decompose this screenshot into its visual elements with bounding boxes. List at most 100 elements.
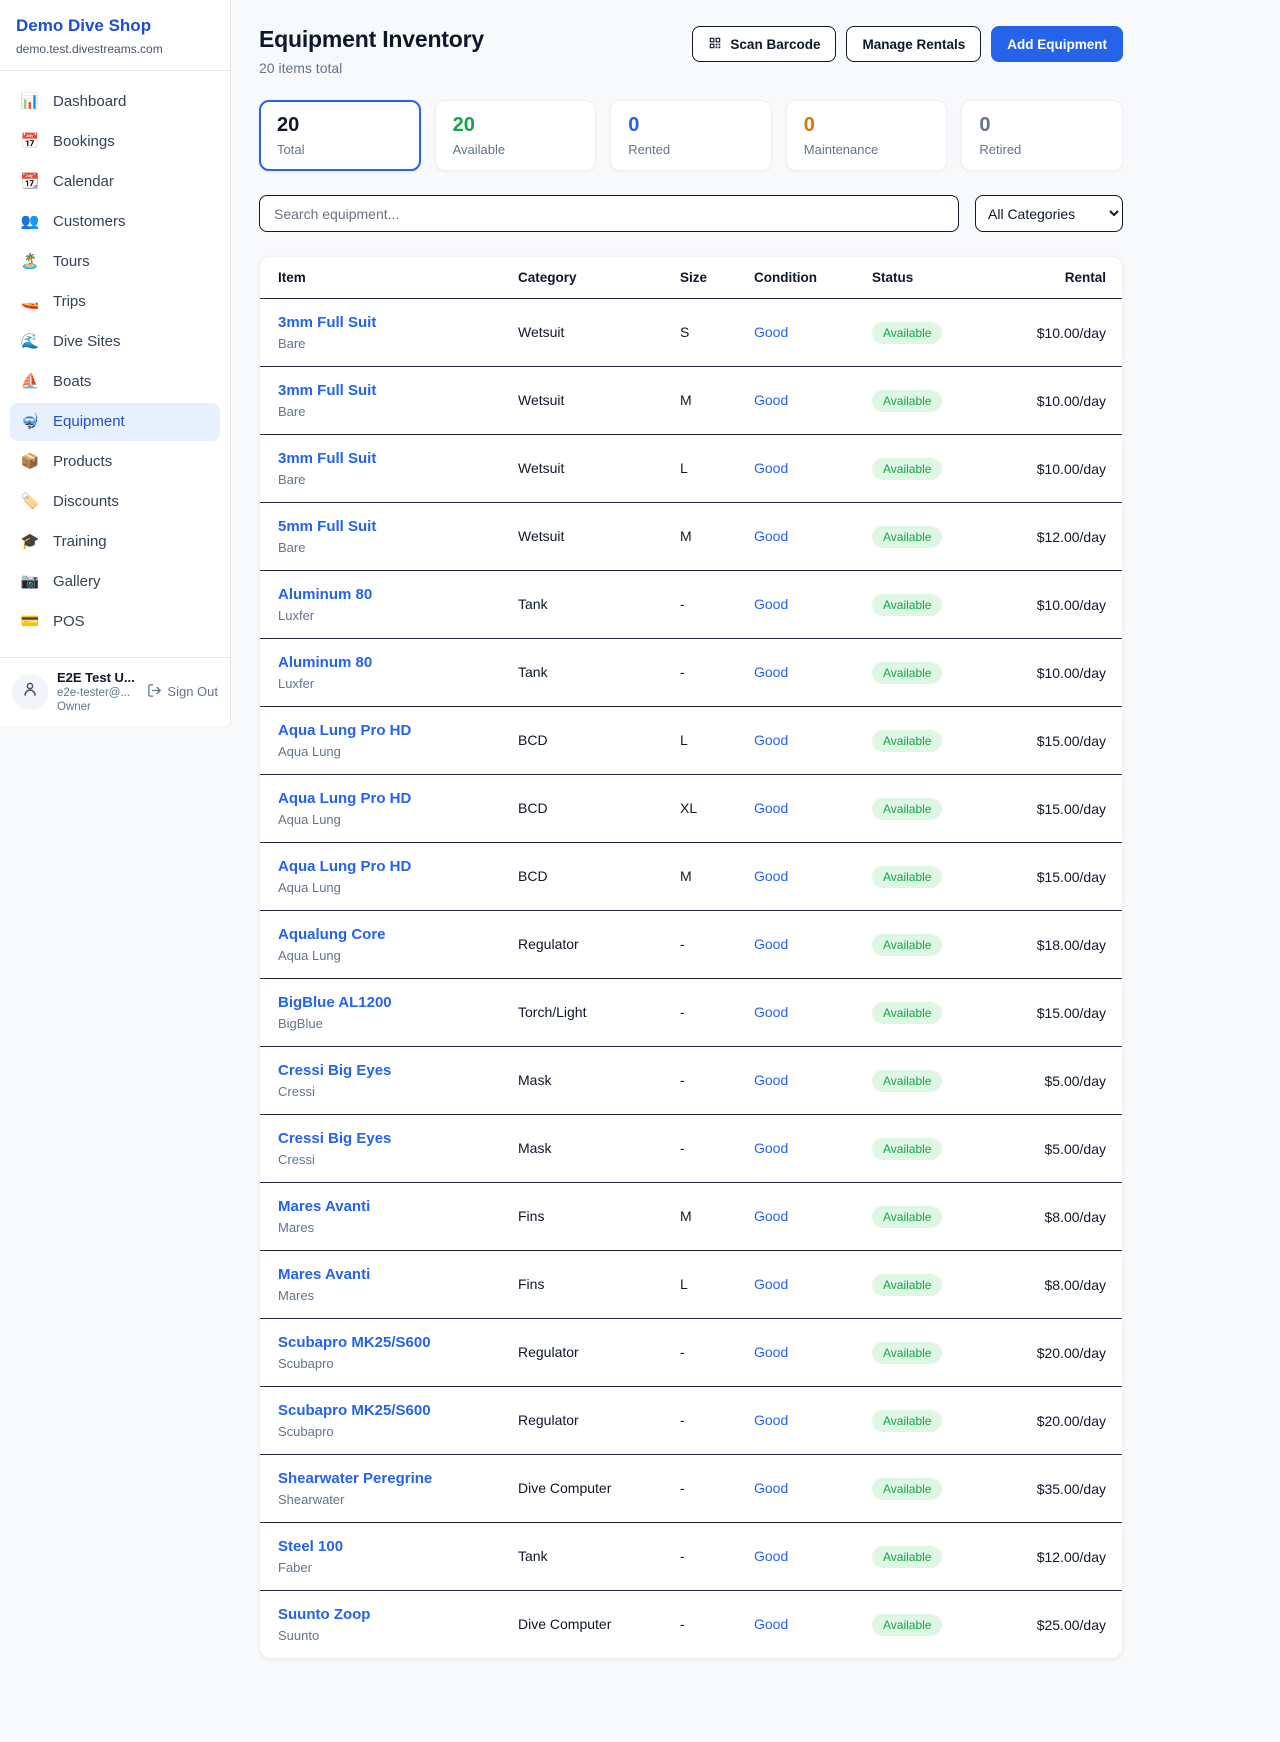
stat-value: 0 [979, 114, 1105, 137]
stat-card-rented[interactable]: 0 Rented [610, 100, 772, 171]
item-name-link[interactable]: Aqua Lung Pro HD [278, 790, 411, 807]
item-name-link[interactable]: Suunto Zoop [278, 1606, 370, 1623]
sidebar-item-gallery[interactable]: 📷 Gallery [10, 563, 220, 601]
sidebar-item-label: Gallery [53, 572, 101, 592]
sidebar-item-label: Bookings [53, 132, 115, 152]
item-condition-link[interactable]: Good [754, 1412, 788, 1428]
item-condition-link[interactable]: Good [754, 1616, 788, 1632]
item-name-link[interactable]: Steel 100 [278, 1538, 343, 1555]
item-condition-link[interactable]: Good [754, 1072, 788, 1088]
item-name-link[interactable]: 3mm Full Suit [278, 450, 376, 467]
item-condition-link[interactable]: Good [754, 528, 788, 544]
item-name-link[interactable]: Aqua Lung Pro HD [278, 722, 411, 739]
item-name-link[interactable]: 3mm Full Suit [278, 382, 376, 399]
item-name-link[interactable]: Aqualung Core [278, 926, 386, 943]
search-input[interactable] [259, 195, 959, 232]
item-name-link[interactable]: Mares Avanti [278, 1198, 370, 1215]
item-condition-link[interactable]: Good [754, 460, 788, 476]
table-row[interactable]: Aqua Lung Pro HD Aqua Lung BCD L Good Av… [260, 707, 1123, 775]
sidebar-item-tours[interactable]: 🏝️ Tours [10, 243, 220, 281]
item-name-link[interactable]: 5mm Full Suit [278, 518, 376, 535]
table-row[interactable]: Cressi Big Eyes Cressi Mask - Good Avail… [260, 1115, 1123, 1183]
table-row[interactable]: Cressi Big Eyes Cressi Mask - Good Avail… [260, 1047, 1123, 1115]
sidebar-item-dashboard[interactable]: 📊 Dashboard [10, 83, 220, 121]
category-filter-select[interactable]: All Categories [975, 195, 1123, 232]
item-condition-link[interactable]: Good [754, 1480, 788, 1496]
table-row[interactable]: Aluminum 80 Luxfer Tank - Good Available… [260, 639, 1123, 707]
item-name-link[interactable]: 3mm Full Suit [278, 314, 376, 331]
table-row[interactable]: Suunto Zoop Suunto Dive Computer - Good … [260, 1591, 1123, 1659]
table-row[interactable]: Shearwater Peregrine Shearwater Dive Com… [260, 1455, 1123, 1523]
item-condition-link[interactable]: Good [754, 800, 788, 816]
item-name-link[interactable]: Scubapro MK25/S600 [278, 1334, 431, 1351]
manage-rentals-button[interactable]: Manage Rentals [846, 26, 981, 62]
item-name-link[interactable]: Cressi Big Eyes [278, 1062, 391, 1079]
item-name-link[interactable]: BigBlue AL1200 [278, 994, 392, 1011]
scan-barcode-button[interactable]: Scan Barcode [692, 26, 836, 62]
sign-out-button[interactable]: Sign Out [147, 683, 218, 701]
table-row[interactable]: Mares Avanti Mares Fins M Good Available… [260, 1183, 1123, 1251]
table-row[interactable]: Scubapro MK25/S600 Scubapro Regulator - … [260, 1387, 1123, 1455]
table-row[interactable]: Mares Avanti Mares Fins L Good Available… [260, 1251, 1123, 1319]
stat-card-retired[interactable]: 0 Retired [961, 100, 1123, 171]
item-condition-link[interactable]: Good [754, 1276, 788, 1292]
column-header-condition: Condition [746, 257, 864, 299]
manage-rentals-label: Manage Rentals [862, 37, 965, 52]
table-row[interactable]: 3mm Full Suit Bare Wetsuit M Good Availa… [260, 367, 1123, 435]
table-row[interactable]: Aqua Lung Pro HD Aqua Lung BCD XL Good A… [260, 775, 1123, 843]
sidebar-item-pos[interactable]: 💳 POS [10, 603, 220, 641]
add-equipment-button[interactable]: Add Equipment [991, 26, 1123, 62]
item-name-link[interactable]: Aqua Lung Pro HD [278, 858, 411, 875]
stat-card-maintenance[interactable]: 0 Maintenance [786, 100, 948, 171]
item-condition-link[interactable]: Good [754, 324, 788, 340]
table-row[interactable]: Aluminum 80 Luxfer Tank - Good Available… [260, 571, 1123, 639]
item-name-link[interactable]: Aluminum 80 [278, 586, 372, 603]
sidebar-item-trips[interactable]: 🚤 Trips [10, 283, 220, 321]
item-condition-link[interactable]: Good [754, 1548, 788, 1564]
item-condition-link[interactable]: Good [754, 664, 788, 680]
item-brand: Aqua Lung [278, 812, 502, 827]
stat-card-available[interactable]: 20 Available [435, 100, 597, 171]
avatar [12, 674, 48, 710]
sign-out-label: Sign Out [167, 684, 218, 699]
sidebar-item-discounts[interactable]: 🏷️ Discounts [10, 483, 220, 521]
item-condition-link[interactable]: Good [754, 392, 788, 408]
sidebar-item-customers[interactable]: 👥 Customers [10, 203, 220, 241]
filter-row: All Categories [259, 195, 1123, 232]
column-header-status: Status [864, 257, 984, 299]
item-category: Dive Computer [518, 1480, 611, 1496]
sidebar-item-bookings[interactable]: 📅 Bookings [10, 123, 220, 161]
item-condition-link[interactable]: Good [754, 868, 788, 884]
table-row[interactable]: 5mm Full Suit Bare Wetsuit M Good Availa… [260, 503, 1123, 571]
item-name-link[interactable]: Aluminum 80 [278, 654, 372, 671]
sidebar-item-dive-sites[interactable]: 🌊 Dive Sites [10, 323, 220, 361]
dashboard-icon: 📊 [20, 92, 40, 112]
table-row[interactable]: Aqualung Core Aqua Lung Regulator - Good… [260, 911, 1123, 979]
item-name-link[interactable]: Cressi Big Eyes [278, 1130, 391, 1147]
item-name-link[interactable]: Mares Avanti [278, 1266, 370, 1283]
sidebar-item-boats[interactable]: ⛵ Boats [10, 363, 220, 401]
item-condition-link[interactable]: Good [754, 1344, 788, 1360]
table-row[interactable]: Scubapro MK25/S600 Scubapro Regulator - … [260, 1319, 1123, 1387]
table-row[interactable]: 3mm Full Suit Bare Wetsuit S Good Availa… [260, 299, 1123, 367]
table-row[interactable]: 3mm Full Suit Bare Wetsuit L Good Availa… [260, 435, 1123, 503]
item-condition-link[interactable]: Good [754, 732, 788, 748]
item-name-link[interactable]: Shearwater Peregrine [278, 1470, 432, 1487]
item-brand: Cressi [278, 1152, 502, 1167]
item-condition-link[interactable]: Good [754, 1140, 788, 1156]
item-condition-link[interactable]: Good [754, 596, 788, 612]
table-row[interactable]: BigBlue AL1200 BigBlue Torch/Light - Goo… [260, 979, 1123, 1047]
item-name-link[interactable]: Scubapro MK25/S600 [278, 1402, 431, 1419]
table-row[interactable]: Aqua Lung Pro HD Aqua Lung BCD M Good Av… [260, 843, 1123, 911]
stat-card-total[interactable]: 20 Total [259, 100, 421, 171]
item-condition-link[interactable]: Good [754, 1004, 788, 1020]
item-condition-link[interactable]: Good [754, 936, 788, 952]
status-badge: Available [872, 866, 942, 888]
sidebar-item-calendar[interactable]: 📆 Calendar [10, 163, 220, 201]
item-condition-link[interactable]: Good [754, 1208, 788, 1224]
equipment-table-body: 3mm Full Suit Bare Wetsuit S Good Availa… [260, 299, 1123, 1659]
table-row[interactable]: Steel 100 Faber Tank - Good Available $1… [260, 1523, 1123, 1591]
sidebar-item-products[interactable]: 📦 Products [10, 443, 220, 481]
sidebar-item-equipment[interactable]: 🤿 Equipment [10, 403, 220, 441]
sidebar-item-training[interactable]: 🎓 Training [10, 523, 220, 561]
